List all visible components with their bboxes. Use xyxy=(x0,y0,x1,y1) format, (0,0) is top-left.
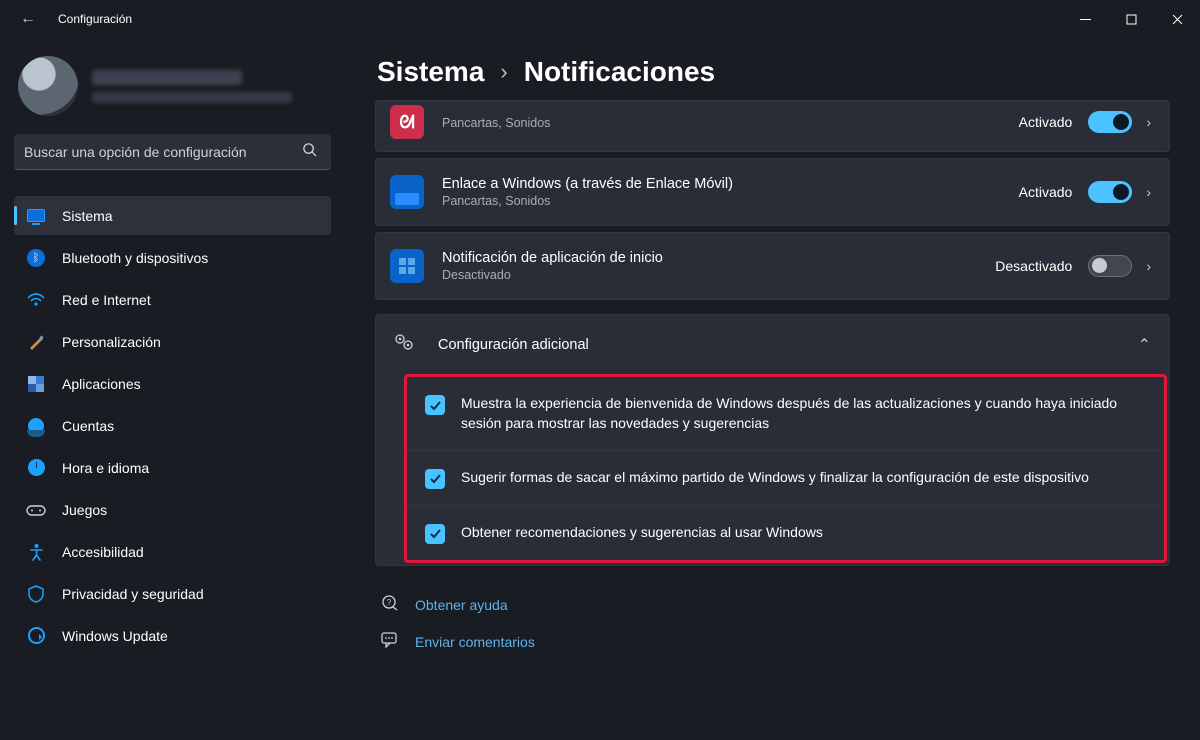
nav-system[interactable]: Sistema xyxy=(14,196,331,235)
toggle-switch[interactable] xyxy=(1088,181,1132,203)
svg-text:?: ? xyxy=(387,598,392,607)
search-box[interactable] xyxy=(14,134,331,170)
back-button[interactable]: ← xyxy=(8,10,48,28)
apps-icon xyxy=(26,374,46,394)
feedback-text: Enviar comentarios xyxy=(415,634,535,650)
nav-gaming[interactable]: Juegos xyxy=(14,490,331,529)
feedback-icon xyxy=(381,632,401,652)
chevron-right-icon: › xyxy=(500,59,507,85)
accessibility-icon xyxy=(26,542,46,562)
nav-network[interactable]: Red e Internet xyxy=(14,280,331,319)
nav-personalization[interactable]: Personalización xyxy=(14,322,331,361)
user-info xyxy=(92,70,292,103)
app-row-2[interactable]: Notificación de aplicación de inicio Des… xyxy=(375,232,1170,300)
nav-list: Sistema ᛒ Bluetooth y dispositivos Red e … xyxy=(14,196,331,655)
maximize-button[interactable] xyxy=(1108,0,1154,38)
window-title: Configuración xyxy=(58,12,132,26)
shield-icon xyxy=(26,584,46,604)
nav-time[interactable]: Hora e idioma xyxy=(14,448,331,487)
chevron-up-icon: ⌃ xyxy=(1138,335,1151,355)
toggle-state: Activado xyxy=(1019,114,1073,130)
checkbox-label: Muestra la experiencia de bienvenida de … xyxy=(461,393,1144,434)
checkbox-row-1[interactable]: Sugerir formas de sacar el máximo partid… xyxy=(407,450,1164,505)
nav-label: Juegos xyxy=(62,502,107,518)
help-icon: ? xyxy=(381,594,401,616)
checkbox-row-0[interactable]: Muestra la experiencia de bienvenida de … xyxy=(407,377,1164,450)
app-subtitle: Pancartas, Sonidos xyxy=(442,194,1019,208)
nav-update[interactable]: Windows Update xyxy=(14,616,331,655)
toggle-switch[interactable] xyxy=(1088,255,1132,277)
additional-settings-section: Configuración adicional ⌃ Muestra la exp… xyxy=(375,314,1170,566)
bluetooth-icon: ᛒ xyxy=(26,248,46,268)
nav-label: Aplicaciones xyxy=(62,376,141,392)
nav-label: Personalización xyxy=(62,334,161,350)
search-icon xyxy=(298,142,321,161)
nav-label: Windows Update xyxy=(62,628,168,644)
user-profile[interactable] xyxy=(14,48,331,134)
nav-label: Sistema xyxy=(62,208,113,224)
app-title: Enlace a Windows (a través de Enlace Móv… xyxy=(442,176,1019,192)
app-row-0[interactable]: ᘛ Pancartas, Sonidos Activado › xyxy=(375,100,1170,152)
clock-icon xyxy=(26,458,46,478)
window-controls xyxy=(1062,0,1200,38)
nav-label: Privacidad y seguridad xyxy=(62,586,204,602)
content-area: Sistema › Notificaciones ᘛ Pancartas, So… xyxy=(345,38,1200,740)
checkbox-row-2[interactable]: Obtener recomendaciones y sugerencias al… xyxy=(407,505,1164,560)
brush-icon xyxy=(26,332,46,352)
chevron-right-icon[interactable]: › xyxy=(1146,258,1151,274)
nav-label: Accesibilidad xyxy=(62,544,144,560)
minimize-button[interactable] xyxy=(1062,0,1108,38)
gear-icon xyxy=(394,333,418,356)
app-title: Notificación de aplicación de inicio xyxy=(442,250,995,266)
breadcrumb-page: Notificaciones xyxy=(524,56,715,88)
update-icon xyxy=(26,626,46,646)
monitor-icon xyxy=(26,206,46,226)
gamepad-icon xyxy=(26,500,46,520)
nav-apps[interactable]: Aplicaciones xyxy=(14,364,331,403)
nav-label: Bluetooth y dispositivos xyxy=(62,250,208,266)
chevron-right-icon[interactable]: › xyxy=(1146,114,1151,130)
titlebar: ← Configuración xyxy=(0,0,1200,38)
app-subtitle: Desactivado xyxy=(442,268,995,282)
avatar xyxy=(18,56,78,116)
chevron-right-icon[interactable]: › xyxy=(1146,184,1151,200)
checkbox[interactable] xyxy=(425,469,445,489)
app-icon: ᘛ xyxy=(390,105,424,139)
user-icon xyxy=(26,416,46,436)
breadcrumb: Sistema › Notificaciones xyxy=(375,38,1170,102)
nav-label: Hora e idioma xyxy=(62,460,149,476)
close-button[interactable] xyxy=(1154,0,1200,38)
nav-label: Red e Internet xyxy=(62,292,151,308)
toggle-state: Desactivado xyxy=(995,258,1072,274)
checkbox[interactable] xyxy=(425,524,445,544)
nav-privacy[interactable]: Privacidad y seguridad xyxy=(14,574,331,613)
breadcrumb-root[interactable]: Sistema xyxy=(377,56,484,88)
sidebar: Sistema ᛒ Bluetooth y dispositivos Red e … xyxy=(0,38,345,740)
footer-links: ? Obtener ayuda Enviar comentarios xyxy=(375,586,1170,660)
nav-accessibility[interactable]: Accesibilidad xyxy=(14,532,331,571)
checkbox-label: Sugerir formas de sacar el máximo partid… xyxy=(461,467,1089,487)
section-title: Configuración adicional xyxy=(438,337,1138,353)
nav-bluetooth[interactable]: ᛒ Bluetooth y dispositivos xyxy=(14,238,331,277)
highlighted-options: Muestra la experiencia de bienvenida de … xyxy=(404,374,1167,563)
app-row-1[interactable]: Enlace a Windows (a través de Enlace Móv… xyxy=(375,158,1170,226)
app-icon xyxy=(390,175,424,209)
nav-accounts[interactable]: Cuentas xyxy=(14,406,331,445)
section-header[interactable]: Configuración adicional ⌃ xyxy=(376,315,1169,374)
help-link[interactable]: ? Obtener ayuda xyxy=(381,586,1170,624)
search-input[interactable] xyxy=(24,144,298,160)
checkbox[interactable] xyxy=(425,395,445,415)
toggle-state: Activado xyxy=(1019,184,1073,200)
toggle-switch[interactable] xyxy=(1088,111,1132,133)
nav-label: Cuentas xyxy=(62,418,114,434)
app-subtitle: Pancartas, Sonidos xyxy=(442,116,1019,130)
feedback-link[interactable]: Enviar comentarios xyxy=(381,624,1170,660)
checkbox-label: Obtener recomendaciones y sugerencias al… xyxy=(461,522,823,542)
app-icon xyxy=(390,249,424,283)
wifi-icon xyxy=(26,290,46,310)
help-text: Obtener ayuda xyxy=(415,597,508,613)
